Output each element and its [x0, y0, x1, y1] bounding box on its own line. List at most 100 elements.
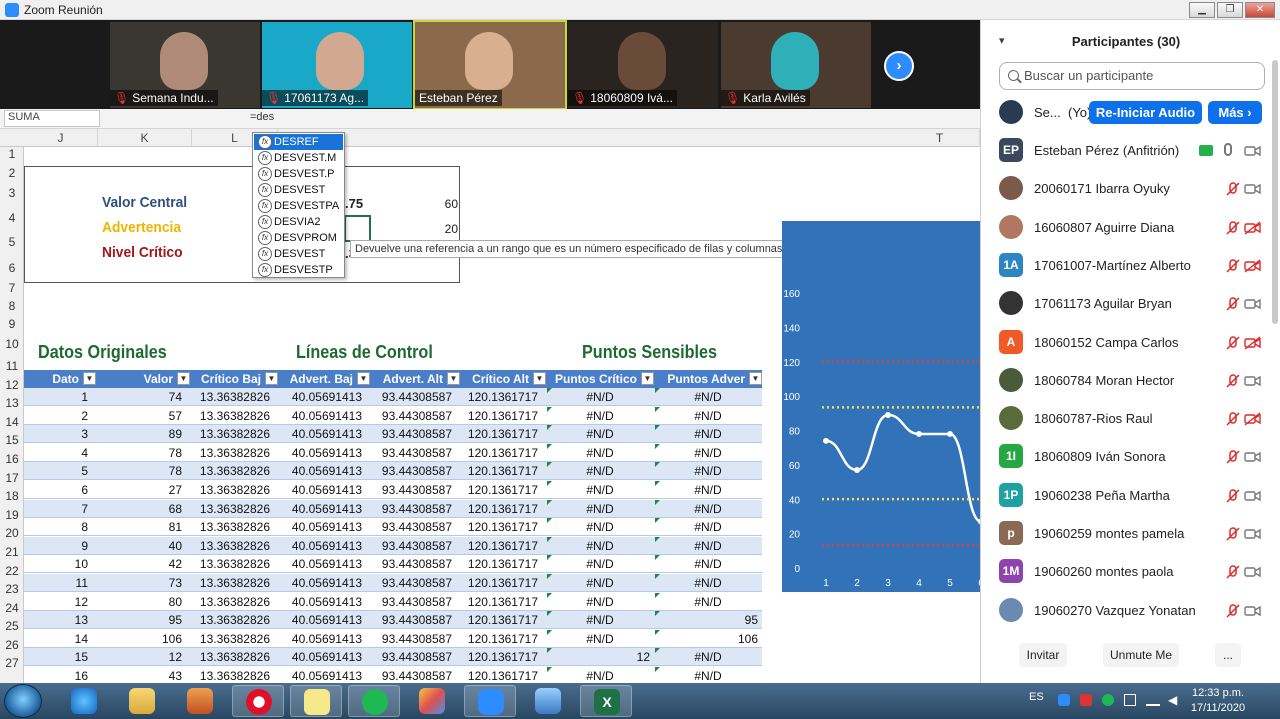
zoom-tray-icon[interactable]	[1058, 694, 1070, 706]
camera-icon[interactable]	[1244, 489, 1261, 503]
autocomplete-item[interactable]: fx DESVIA2	[254, 214, 343, 230]
autocomplete-item[interactable]: fx DESVEST.P	[254, 166, 343, 182]
column-header[interactable]: J	[24, 129, 98, 147]
windows-start-icon[interactable]	[4, 684, 42, 718]
table-cell[interactable]: 68	[96, 500, 182, 518]
table-cell[interactable]: 40.05691413	[278, 500, 362, 518]
table-cell[interactable]: 93.44308587	[370, 648, 452, 666]
taskbar-ie[interactable]	[58, 685, 110, 717]
participant-row[interactable]: 16060807 Aguirre Diana	[981, 209, 1271, 247]
table-cell[interactable]: 6	[24, 481, 88, 499]
table-cell[interactable]: #N/D	[546, 425, 654, 443]
table-cell[interactable]: 89	[96, 425, 182, 443]
participant-row[interactable]: EP Esteban Pérez (Anfitrión)	[981, 132, 1271, 170]
camera-off-icon[interactable]	[1244, 335, 1261, 350]
participant-row[interactable]: 1P 19060238 Peña Martha	[981, 477, 1271, 515]
table-cell[interactable]: #N/D	[654, 500, 762, 518]
table-cell[interactable]: 27	[96, 481, 182, 499]
participant-row[interactable]: 19060270 Vazquez Yonatan	[981, 592, 1271, 630]
table-cell[interactable]: 13.36382826	[190, 388, 270, 406]
taskbar-media[interactable]	[174, 685, 226, 717]
table-cell[interactable]: 93.44308587	[370, 593, 452, 611]
autocomplete-item[interactable]: fx DESREF	[254, 134, 343, 150]
table-cell[interactable]: 120.1361717	[460, 481, 538, 499]
table-cell[interactable]: 5	[24, 462, 88, 480]
table-column-header[interactable]: Dato ▼	[24, 370, 96, 388]
participant-row[interactable]: 18060784 Moran Hector	[981, 362, 1271, 400]
table-cell[interactable]: 13.36382826	[190, 630, 270, 648]
table-cell[interactable]: 13.36382826	[190, 611, 270, 629]
participant-row[interactable]: p 19060259 montes pamela	[981, 515, 1271, 553]
autocomplete-item[interactable]: fx DESVEST	[254, 182, 343, 198]
table-cell[interactable]: 95	[96, 611, 182, 629]
video-tile-active-speaker[interactable]: Esteban Pérez	[413, 20, 567, 110]
row-header[interactable]: 5	[0, 235, 24, 249]
table-cell[interactable]: 120.1361717	[460, 574, 538, 592]
table-cell[interactable]: 13.36382826	[190, 407, 270, 425]
table-cell[interactable]: #N/D	[546, 462, 654, 480]
mic-muted-icon[interactable]	[1225, 296, 1241, 312]
mic-muted-icon[interactable]	[1225, 220, 1241, 236]
row-header[interactable]: 19	[0, 508, 24, 522]
participant-search-input[interactable]: Buscar un participante	[999, 62, 1265, 90]
participant-row[interactable]: 1M 19060260 montes paola	[981, 553, 1271, 591]
function-autocomplete-list[interactable]: fx DESREF fx DESVEST.M fx DESVEST.P fx DESVEST f…	[252, 132, 345, 278]
row-header[interactable]: 24	[0, 601, 24, 615]
table-cell[interactable]: 3	[24, 425, 88, 443]
table-cell[interactable]: #N/D	[546, 388, 654, 406]
table-cell[interactable]: 40.05691413	[278, 611, 362, 629]
filter-dropdown-icon[interactable]: ▼	[533, 372, 546, 386]
table-cell[interactable]: 93.44308587	[370, 388, 452, 406]
table-cell[interactable]: 40.05691413	[278, 648, 362, 666]
table-cell[interactable]: 120.1361717	[460, 630, 538, 648]
autocomplete-item[interactable]: fx DESVPROM	[254, 230, 343, 246]
spotify-tray-icon[interactable]	[1102, 694, 1114, 706]
tray-icon[interactable]	[1080, 694, 1092, 706]
table-cell[interactable]: 42	[96, 555, 182, 573]
table-cell[interactable]: 12	[24, 593, 88, 611]
table-cell[interactable]: 80	[96, 593, 182, 611]
participant-row[interactable]: 18060787-Rios Raul	[981, 400, 1271, 438]
camera-off-icon[interactable]	[1244, 259, 1261, 273]
table-cell[interactable]: #N/D	[546, 518, 654, 536]
video-tile[interactable]: 🎙 18060809 Ivá...	[568, 22, 718, 108]
table-cell[interactable]: 40.05691413	[278, 593, 362, 611]
row-header[interactable]: 1	[0, 147, 24, 161]
table-cell[interactable]: 40.05691413	[278, 574, 362, 592]
camera-icon[interactable]	[1244, 565, 1261, 579]
filter-dropdown-icon[interactable]: ▼	[641, 372, 654, 386]
table-cell[interactable]: #N/D	[546, 500, 654, 518]
table-cell[interactable]: 93.44308587	[370, 555, 452, 573]
table-cell[interactable]: #N/D	[546, 667, 654, 683]
table-cell[interactable]: 4	[24, 444, 88, 462]
table-cell[interactable]: 93.44308587	[370, 407, 452, 425]
table-cell[interactable]: 11	[24, 574, 88, 592]
table-cell[interactable]: 13.36382826	[190, 444, 270, 462]
participants-scrollbar[interactable]	[1272, 60, 1278, 324]
camera-icon[interactable]	[1244, 182, 1261, 196]
table-cell[interactable]: 93.44308587	[370, 425, 452, 443]
table-cell[interactable]: 120.1361717	[460, 648, 538, 666]
camera-icon[interactable]	[1244, 604, 1261, 618]
row-header[interactable]: 15	[0, 433, 24, 447]
network-icon[interactable]	[1146, 694, 1160, 706]
table-cell[interactable]: 120.1361717	[460, 555, 538, 573]
row-header[interactable]: 14	[0, 415, 24, 429]
table-cell[interactable]: 12	[546, 648, 650, 666]
table-cell[interactable]: 14	[24, 630, 88, 648]
table-cell[interactable]: 13.36382826	[190, 593, 270, 611]
table-cell[interactable]: #N/D	[546, 555, 654, 573]
table-cell[interactable]: 13	[24, 611, 88, 629]
row-header[interactable]: 10	[0, 337, 24, 351]
table-cell[interactable]: #N/D	[654, 648, 762, 666]
video-tile[interactable]: 🎙 17061173 Ag...	[262, 22, 412, 108]
autocomplete-item[interactable]: fx DESVESTPA	[254, 198, 343, 214]
table-cell[interactable]: 106	[654, 630, 758, 648]
table-column-header[interactable]: Crítico Alt ▼	[460, 370, 546, 388]
filter-dropdown-icon[interactable]: ▼	[447, 372, 460, 386]
mic-muted-icon[interactable]	[1225, 488, 1241, 504]
mic-icon[interactable]	[1224, 143, 1232, 156]
invite-button[interactable]: Invitar	[1019, 643, 1067, 667]
table-cell[interactable]: #N/D	[654, 574, 762, 592]
table-cell[interactable]: 10	[24, 555, 88, 573]
